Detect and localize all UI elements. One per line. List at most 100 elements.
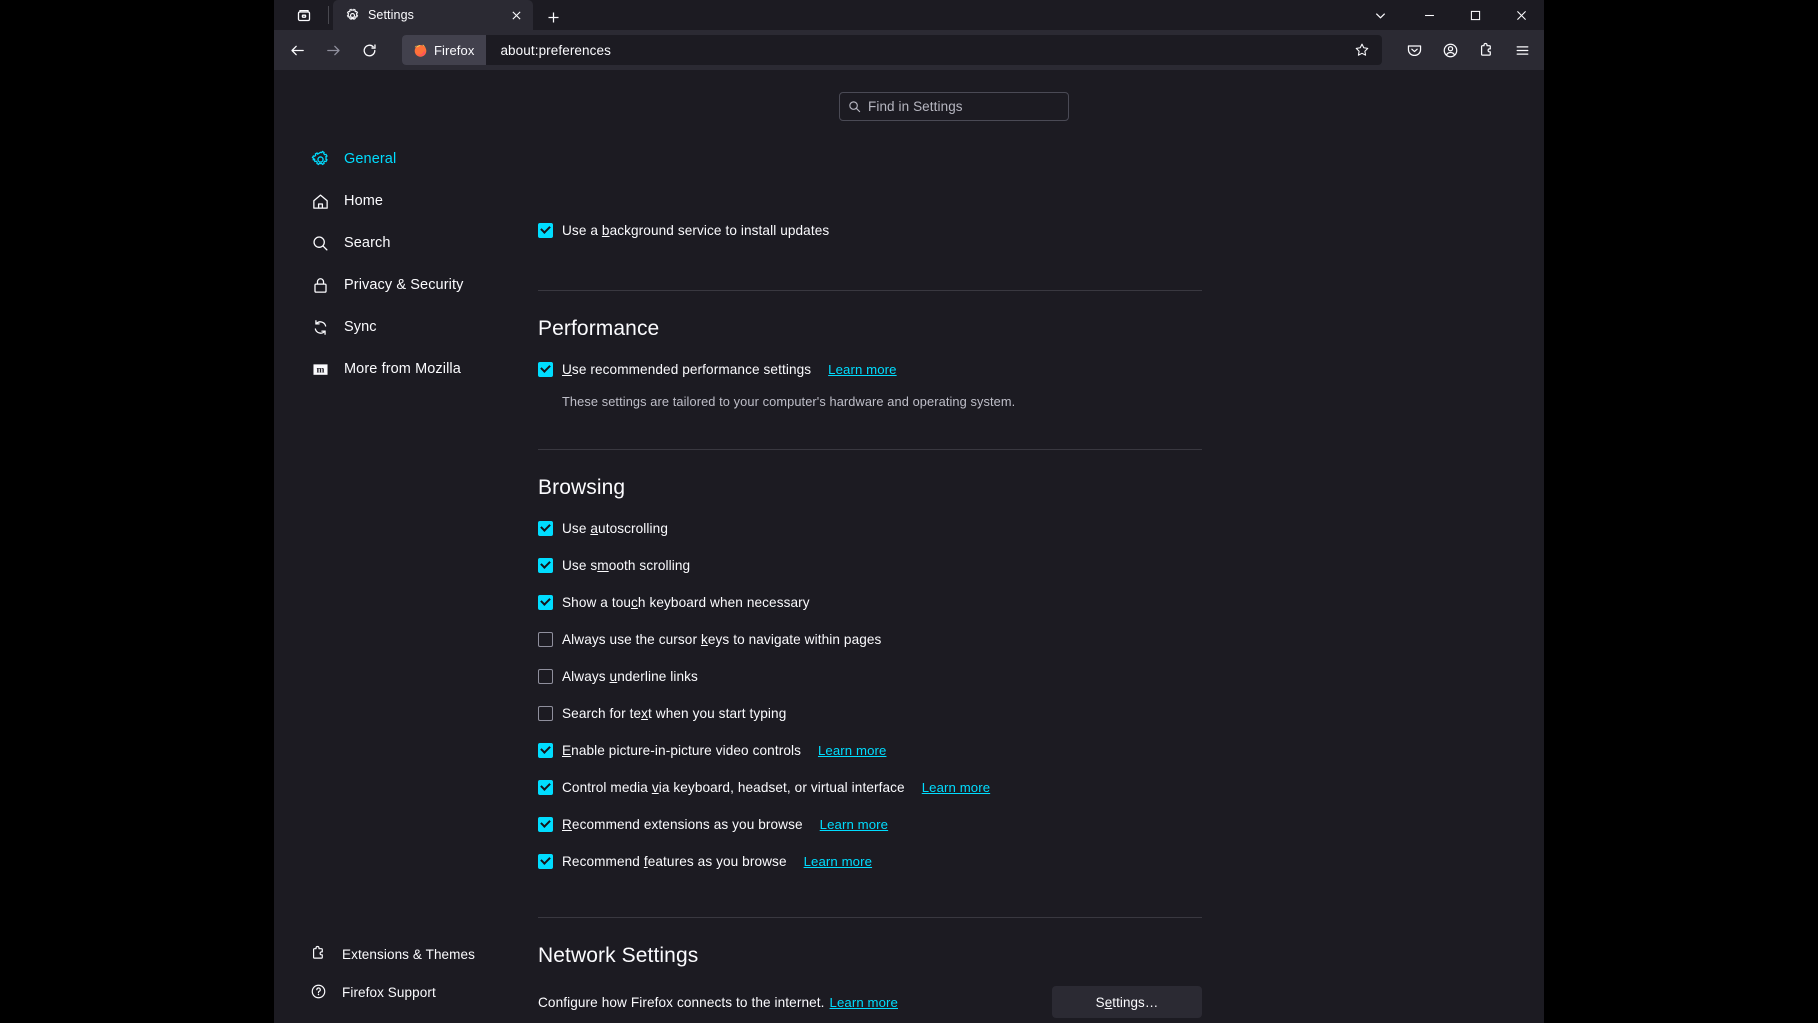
window-close-button[interactable]	[1498, 0, 1544, 30]
pocket-icon	[1407, 44, 1421, 56]
maximize-button[interactable]	[1452, 0, 1498, 30]
checkbox-autoscrolling[interactable]	[538, 520, 553, 536]
search-icon	[310, 233, 330, 253]
plus-icon	[547, 11, 559, 23]
sidebar-item-extensions-themes[interactable]: Extensions & Themes	[310, 935, 524, 973]
section-title-network: Network Settings	[538, 944, 699, 967]
sidebar-item-privacy-security[interactable]: Privacy & Security	[310, 264, 524, 306]
sidebar-item-label: Privacy & Security	[344, 277, 464, 293]
sidebar-item-label: General	[344, 151, 397, 167]
browser-window: Settings Firefox about:preferences Find …	[274, 0, 1544, 1023]
checkbox-row-underline-links[interactable]: Always underline links	[538, 664, 1202, 688]
learn-more-link[interactable]: Learn more	[922, 780, 990, 795]
firefox-view-button[interactable]	[284, 0, 324, 30]
checkbox-recommended-performance[interactable]	[538, 361, 553, 377]
learn-more-link[interactable]: Learn more	[804, 854, 872, 869]
network-description: Configure how Firefox connects to the in…	[538, 994, 898, 1010]
performance-description: These settings are tailored to your comp…	[562, 394, 1016, 409]
url-text[interactable]: about:preferences	[486, 43, 1348, 58]
checkbox-row-recommend-features[interactable]: Recommend features as you browse Learn m…	[538, 849, 1202, 873]
minimize-button[interactable]	[1406, 0, 1452, 30]
sidebar-item-more-from-mozilla[interactable]: m More from Mozilla	[310, 348, 524, 390]
sidebar-item-firefox-support[interactable]: Firefox Support	[310, 973, 524, 1011]
sidebar-footer-label: Firefox Support	[342, 984, 436, 1000]
navigation-toolbar: Firefox about:preferences	[274, 30, 1544, 70]
checkbox-media-control[interactable]	[538, 779, 553, 795]
checkbox-underline-links[interactable]	[538, 668, 553, 684]
checkbox-row-smooth-scrolling[interactable]: Use smooth scrolling	[538, 553, 1202, 577]
divider	[538, 290, 1202, 291]
bookmark-star-button[interactable]	[1348, 36, 1376, 64]
checkbox-cursor-keys[interactable]	[538, 631, 553, 647]
minimize-icon	[1424, 14, 1434, 16]
divider	[538, 917, 1202, 918]
checkbox-background-updates[interactable]	[538, 222, 553, 238]
new-tab-button[interactable]	[539, 4, 567, 30]
checkbox-label: Search for text when you start typing	[562, 705, 787, 721]
checkbox-touch-keyboard[interactable]	[538, 594, 553, 610]
learn-more-link[interactable]: Learn more	[820, 817, 888, 832]
url-bar[interactable]: Firefox about:preferences	[402, 35, 1382, 65]
sidebar-item-label: Home	[344, 193, 384, 209]
checkbox-row-recommended-performance[interactable]: Use recommended performance settings Lea…	[538, 357, 1202, 381]
close-icon[interactable]	[507, 6, 525, 24]
reload-button[interactable]	[352, 34, 386, 66]
arrow-right-icon	[326, 45, 340, 55]
checkbox-recommend-extensions[interactable]	[538, 816, 553, 832]
section-title-browsing: Browsing	[538, 476, 626, 499]
pocket-save-button[interactable]	[1398, 34, 1430, 66]
checkbox-row-picture-in-picture[interactable]: Enable picture-in-picture video controls…	[538, 738, 1202, 762]
checkbox-smooth-scrolling[interactable]	[538, 557, 553, 573]
browser-tab[interactable]: Settings	[333, 0, 533, 30]
checkbox-label: Always underline links	[562, 668, 698, 684]
checkbox-picture-in-picture[interactable]	[538, 742, 553, 758]
accesskey: x	[641, 705, 649, 721]
learn-more-link[interactable]: Learn more	[828, 362, 896, 377]
forward-button[interactable]	[316, 34, 350, 66]
checkbox-label: Show a touch keyboard when necessary	[562, 594, 810, 610]
section-title-performance: Performance	[538, 317, 660, 340]
checkbox-row-search-on-type[interactable]: Search for text when you start typing	[538, 701, 1202, 725]
checkbox-row-cursor-keys[interactable]: Always use the cursor keys to navigate w…	[538, 627, 1202, 651]
app-menu-button[interactable]	[1506, 34, 1538, 66]
checkbox-row-media-control[interactable]: Control media via keyboard, headset, or …	[538, 775, 1202, 799]
gear-icon	[310, 149, 330, 169]
close-window-icon	[1516, 10, 1526, 20]
sidebar-item-label: More from Mozilla	[344, 361, 461, 377]
divider	[538, 449, 1202, 450]
settings-sidebar: General Home Search Privacy & Security S…	[274, 70, 524, 1023]
url-identity-chip[interactable]: Firefox	[402, 35, 487, 65]
browsing-section: Browsing Use autoscrolling Use smooth sc…	[538, 476, 1202, 873]
sidebar-item-home[interactable]: Home	[310, 180, 524, 222]
network-settings-button[interactable]: Se ttings…	[1052, 986, 1202, 1018]
settings-page: Find in Settings General Home Search Pri…	[274, 70, 1544, 1023]
network-row: Configure how Firefox connects to the in…	[538, 986, 1202, 1018]
arrow-left-icon	[290, 45, 304, 55]
sidebar-item-search[interactable]: Search	[310, 222, 524, 264]
accesskey: U	[562, 361, 572, 377]
accesskey: e	[1104, 994, 1113, 1010]
checkbox-recommend-features[interactable]	[538, 853, 553, 869]
sidebar-item-general[interactable]: General	[310, 138, 524, 180]
gear-icon	[345, 8, 360, 23]
back-button[interactable]	[280, 34, 314, 66]
learn-more-link[interactable]: Learn more	[830, 995, 898, 1010]
checkbox-search-on-type[interactable]	[538, 705, 553, 721]
learn-more-link[interactable]: Learn more	[818, 743, 886, 758]
accesskey: m	[597, 557, 609, 573]
sidebar-item-sync[interactable]: Sync	[310, 306, 524, 348]
checkbox-row-background-updates[interactable]: Use a background service to install upda…	[538, 218, 1202, 242]
puzzle-icon	[1480, 42, 1491, 56]
extensions-button[interactable]	[1470, 34, 1502, 66]
accesskey: R	[562, 816, 572, 832]
mozilla-icon: m	[310, 359, 330, 379]
screen: Settings Firefox about:preferences Find …	[0, 0, 1818, 1023]
settings-nav-list: General Home Search Privacy & Security S…	[274, 138, 524, 390]
list-all-tabs-button[interactable]	[1354, 0, 1406, 30]
checkbox-label: Use recommended performance settings	[562, 361, 812, 377]
account-button[interactable]	[1434, 34, 1466, 66]
checkbox-row-autoscrolling[interactable]: Use autoscrolling	[538, 516, 1202, 540]
checkbox-row-recommend-extensions[interactable]: Recommend extensions as you browse Learn…	[538, 812, 1202, 836]
checkbox-row-touch-keyboard[interactable]: Show a touch keyboard when necessary	[538, 590, 1202, 614]
checkbox-label: Use smooth scrolling	[562, 557, 691, 573]
